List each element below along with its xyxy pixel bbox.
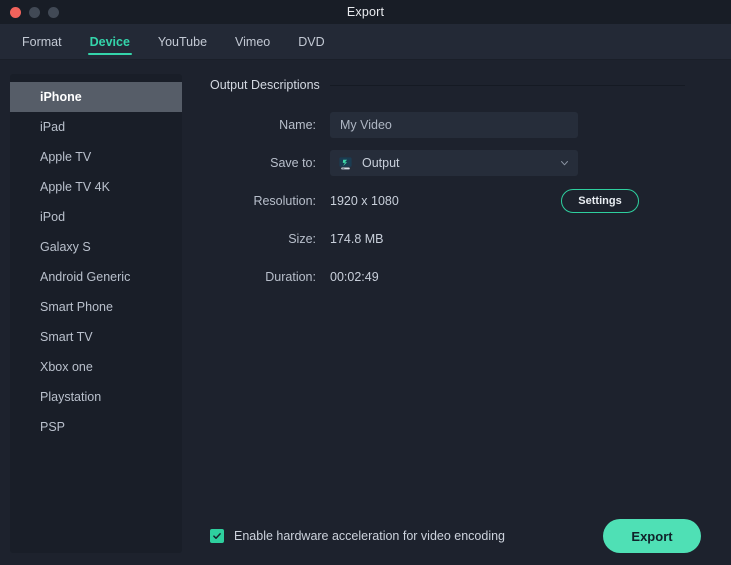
output-descriptions-panel: Output Descriptions Name: Save to: [192,60,731,565]
sidebar-item-smart-tv[interactable]: Smart TV [10,322,182,352]
tab-dvd[interactable]: DVD [284,24,338,59]
sidebar-item-smart-phone[interactable]: Smart Phone [10,292,182,322]
device-sidebar: iPhone iPad Apple TV Apple TV 4K iPod Ga… [0,60,192,565]
window-title: Export [0,5,731,19]
sidebar-item-apple-tv-4k[interactable]: Apple TV 4K [10,172,182,202]
title-bar: Export [0,0,731,24]
export-dialog: Export Format Device YouTube Vimeo DVD i… [0,0,731,565]
sidebar-item-psp[interactable]: PSP [10,412,182,442]
maximize-window-button[interactable] [48,7,59,18]
folder-icon [338,156,353,171]
name-label: Name: [210,118,330,132]
name-input[interactable] [330,112,578,138]
sidebar-item-apple-tv[interactable]: Apple TV [10,142,182,172]
export-button[interactable]: Export [603,519,701,553]
tab-youtube[interactable]: YouTube [144,24,221,59]
hardware-acceleration-checkbox[interactable] [210,529,224,543]
section-title: Output Descriptions [210,78,320,92]
dialog-body: iPhone iPad Apple TV Apple TV 4K iPod Ga… [0,60,731,565]
tab-bar: Format Device YouTube Vimeo DVD [0,24,731,60]
sidebar-item-ipod[interactable]: iPod [10,202,182,232]
tab-vimeo[interactable]: Vimeo [221,24,284,59]
minimize-window-button[interactable] [29,7,40,18]
save-to-label: Save to: [210,156,330,170]
size-row: Size: 174.8 MB [210,220,685,258]
section-header: Output Descriptions [210,78,685,92]
chevron-down-icon[interactable] [560,159,569,168]
save-to-value: Output [362,156,400,170]
tab-device[interactable]: Device [76,24,144,59]
name-row: Name: [210,106,685,144]
resolution-label: Resolution: [210,194,330,208]
sidebar-item-playstation[interactable]: Playstation [10,382,182,412]
hardware-acceleration-checkbox-row[interactable]: Enable hardware acceleration for video e… [210,529,505,543]
sidebar-item-xbox-one[interactable]: Xbox one [10,352,182,382]
size-label: Size: [210,232,330,246]
resolution-value: 1920 x 1080 [330,194,399,208]
sidebar-item-iphone[interactable]: iPhone [10,82,182,112]
sidebar-item-ipad[interactable]: iPad [10,112,182,142]
tab-format[interactable]: Format [8,24,76,59]
hardware-acceleration-label: Enable hardware acceleration for video e… [234,529,505,543]
close-window-button[interactable] [10,7,21,18]
resolution-row: Resolution: 1920 x 1080 Settings [210,182,685,220]
sidebar-item-android-generic[interactable]: Android Generic [10,262,182,292]
dialog-footer: Enable hardware acceleration for video e… [192,507,731,565]
save-to-dropdown[interactable]: Output [330,150,578,176]
sidebar-item-galaxy-s[interactable]: Galaxy S [10,232,182,262]
device-list: iPhone iPad Apple TV Apple TV 4K iPod Ga… [10,74,182,553]
section-divider [330,85,685,86]
window-controls [10,7,59,18]
duration-label: Duration: [210,270,330,284]
duration-value: 00:02:49 [330,270,379,284]
output-form: Name: Save to: Output [210,106,685,296]
check-icon [212,531,222,541]
duration-row: Duration: 00:02:49 [210,258,685,296]
settings-button[interactable]: Settings [561,189,639,213]
size-value: 174.8 MB [330,232,384,246]
save-to-row: Save to: Output [210,144,685,182]
